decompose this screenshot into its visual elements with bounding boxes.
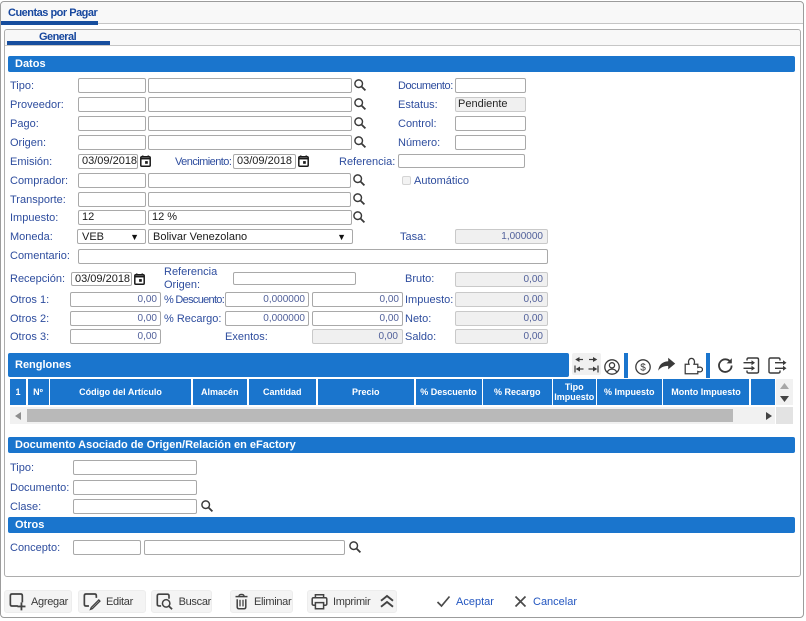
svg-text:$: $ bbox=[640, 363, 646, 374]
